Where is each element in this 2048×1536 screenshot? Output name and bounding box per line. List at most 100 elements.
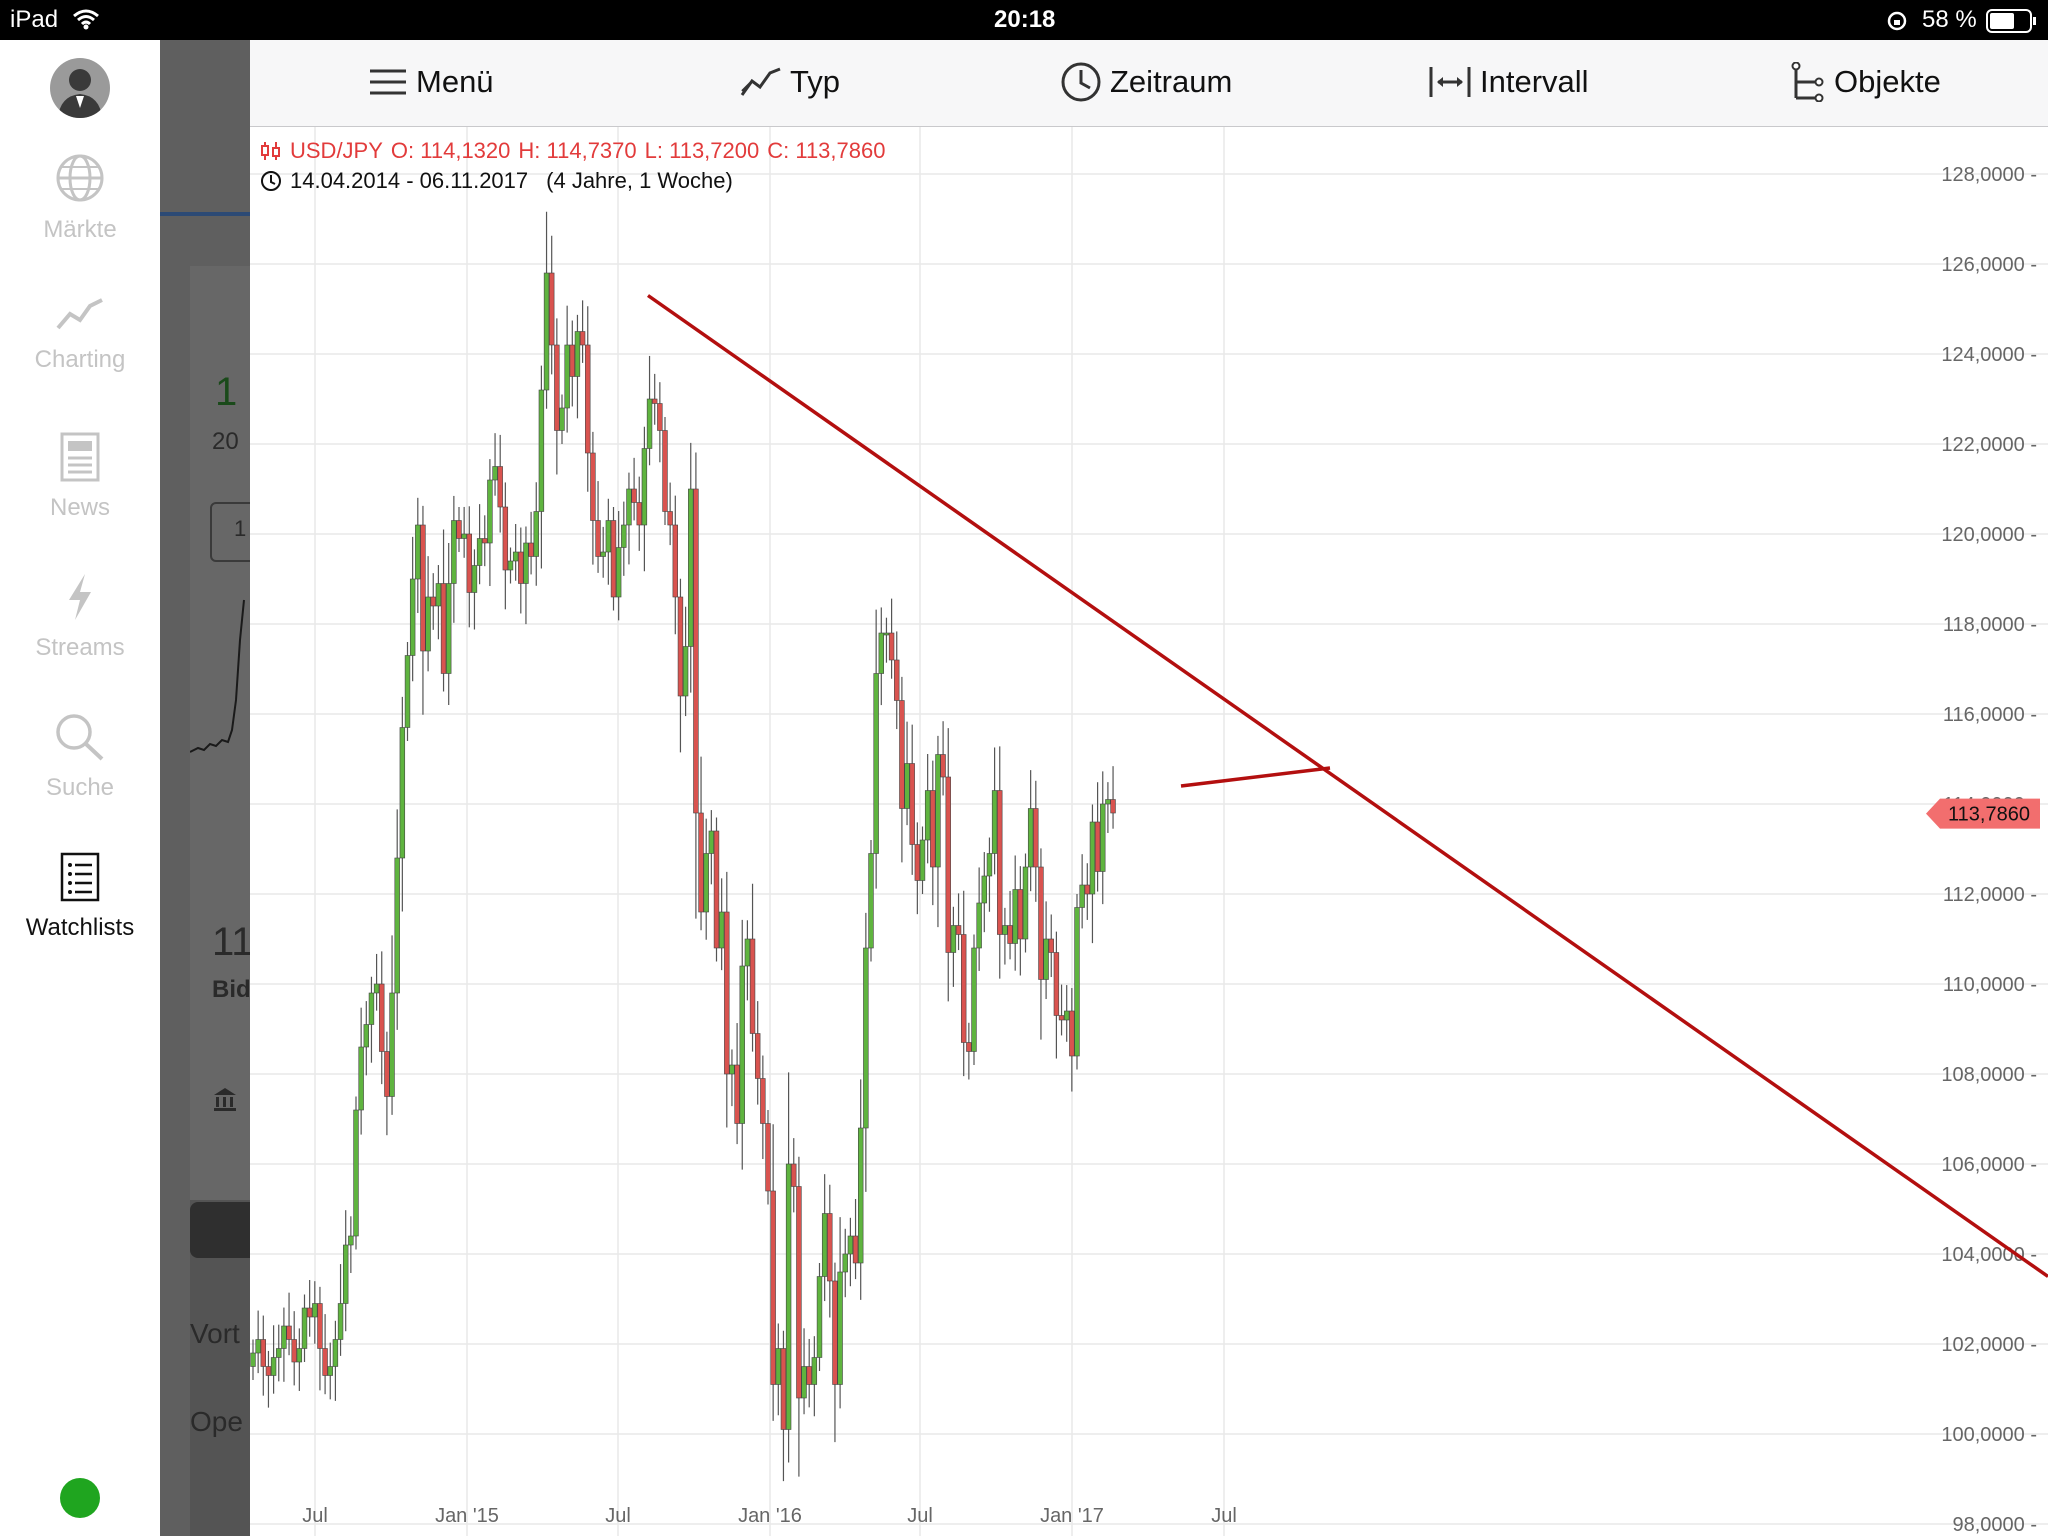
candle-body xyxy=(343,1244,349,1304)
menu-label: Menü xyxy=(416,64,494,99)
background-page-overlay: 1 20 1 11 Bid Vort Ope xyxy=(160,40,250,1536)
candle-body xyxy=(693,488,699,814)
background-fragment: 11 xyxy=(212,920,250,964)
candle-body xyxy=(301,1307,308,1349)
date-range-line: 14.04.2014 - 06.11.2017 (4 Jahre, 1 Woch… xyxy=(260,168,885,194)
y-tick-label: 116,0000 - xyxy=(1943,704,2037,726)
sidebar-item-news[interactable]: News xyxy=(0,432,160,522)
sidebar-item-label: Streams xyxy=(35,634,125,661)
candle-body xyxy=(857,1127,864,1264)
candle-body xyxy=(703,853,709,913)
candle-body xyxy=(1027,808,1034,868)
candle-body xyxy=(801,1366,807,1399)
background-fragment: 1 xyxy=(215,370,238,414)
sidebar-item-label: Märkte xyxy=(43,216,117,243)
chart-type-button[interactable]: Typ xyxy=(740,62,840,102)
candle-body xyxy=(724,911,730,1075)
hamburger-menu-icon xyxy=(370,69,406,95)
candle-body xyxy=(713,830,720,949)
sidebar-item-maerkte[interactable]: Märkte xyxy=(0,152,160,244)
open-value: O: 114,1320 xyxy=(390,138,511,163)
sidebar-item-watchlists[interactable]: Watchlists xyxy=(0,852,160,942)
candle-body xyxy=(770,1190,776,1385)
background-fragment: Bid xyxy=(212,976,250,1003)
candle-body xyxy=(966,1042,972,1052)
interval-button[interactable]: Intervall xyxy=(1428,62,1589,102)
candle-body xyxy=(734,1064,740,1124)
objects-icon xyxy=(1791,62,1824,102)
candle-body xyxy=(548,272,555,346)
candle-body xyxy=(950,925,957,953)
candle-body xyxy=(512,551,519,562)
candle-body xyxy=(883,632,890,636)
candle-body xyxy=(739,965,745,1124)
candle-body xyxy=(337,1303,344,1340)
candle-body xyxy=(682,646,689,697)
candle-body xyxy=(981,875,988,904)
candle-body xyxy=(909,763,915,845)
sidebar-item-charting[interactable]: Charting xyxy=(0,294,160,374)
background-fragment: Ope xyxy=(190,1406,243,1437)
price-chart[interactable]: 128,0000 - 126,0000 - 124,0000 - 122,0000 -… xyxy=(250,40,2048,1536)
resistance-line xyxy=(1180,766,1331,788)
candle-body xyxy=(1048,938,1054,953)
y-tick-label: 126,0000 - xyxy=(1941,254,2037,276)
candle-body xyxy=(1079,884,1085,908)
candle-body xyxy=(399,727,406,859)
candle-body xyxy=(868,853,874,949)
rotation-lock-icon xyxy=(1887,11,1907,31)
candle-body xyxy=(754,1033,761,1079)
candle-body xyxy=(636,502,642,526)
candle-body xyxy=(585,344,591,454)
candle-body xyxy=(842,1253,848,1273)
candle-body xyxy=(466,533,472,593)
avatar[interactable] xyxy=(50,58,110,118)
candle-body xyxy=(1058,1015,1065,1021)
candle-body xyxy=(1017,889,1024,940)
objects-button[interactable]: Objekte xyxy=(1790,62,1941,102)
candle-body xyxy=(955,925,962,935)
x-tick-label: Jan '17 xyxy=(1040,1505,1104,1527)
candle-body xyxy=(1033,808,1039,868)
candle-body xyxy=(863,947,869,1129)
candle-body xyxy=(760,1078,766,1124)
sidebar-item-suche[interactable]: Suche xyxy=(0,712,160,802)
y-tick-label: 104,0000 - xyxy=(1941,1244,2037,1266)
candle-body xyxy=(708,830,715,854)
x-tick-label: Jul xyxy=(907,1505,933,1527)
sidebar-item-streams[interactable]: Streams xyxy=(0,572,160,662)
downtrend-line xyxy=(646,294,2048,1278)
candle-body xyxy=(672,524,678,598)
wifi-icon xyxy=(73,9,99,30)
chart-info: USD/JPY O: 114,1320 H: 114,7370 L: 113,7… xyxy=(260,138,885,194)
candle-body xyxy=(502,506,509,571)
y-tick-label: 128,0000 - xyxy=(1941,164,2037,186)
sidebar-item-label: Suche xyxy=(45,774,115,801)
candle-body xyxy=(1053,952,1060,1016)
x-tick-label: Jul xyxy=(605,1505,631,1527)
candle-body xyxy=(409,578,416,656)
y-tick-label: 120,0000 - xyxy=(1941,524,2037,546)
y-tick-label: 112,0000 - xyxy=(1943,884,2037,906)
candle-body xyxy=(523,542,529,584)
candle-body xyxy=(904,763,910,809)
time-range-button[interactable]: Zeitraum xyxy=(1060,62,1232,102)
candle-body xyxy=(919,839,926,881)
candle-body xyxy=(559,407,565,431)
candle-body xyxy=(888,632,895,661)
chart-line-icon xyxy=(56,298,103,330)
menu-button[interactable]: Menü xyxy=(368,62,494,102)
candle-body xyxy=(688,488,694,647)
lightning-icon xyxy=(69,574,91,620)
candle-body xyxy=(579,331,586,346)
candle-body xyxy=(775,1348,782,1385)
sidebar-item-label: News xyxy=(49,494,110,521)
candle-body xyxy=(590,452,596,521)
time-range-label: Zeitraum xyxy=(1110,64,1233,99)
candle-body xyxy=(363,1024,370,1048)
candle-body xyxy=(677,596,684,697)
candle-body xyxy=(296,1348,303,1363)
background-fragment: Vort xyxy=(190,1318,240,1349)
background-fragment: 20 xyxy=(212,428,239,455)
candle-body xyxy=(574,331,581,377)
